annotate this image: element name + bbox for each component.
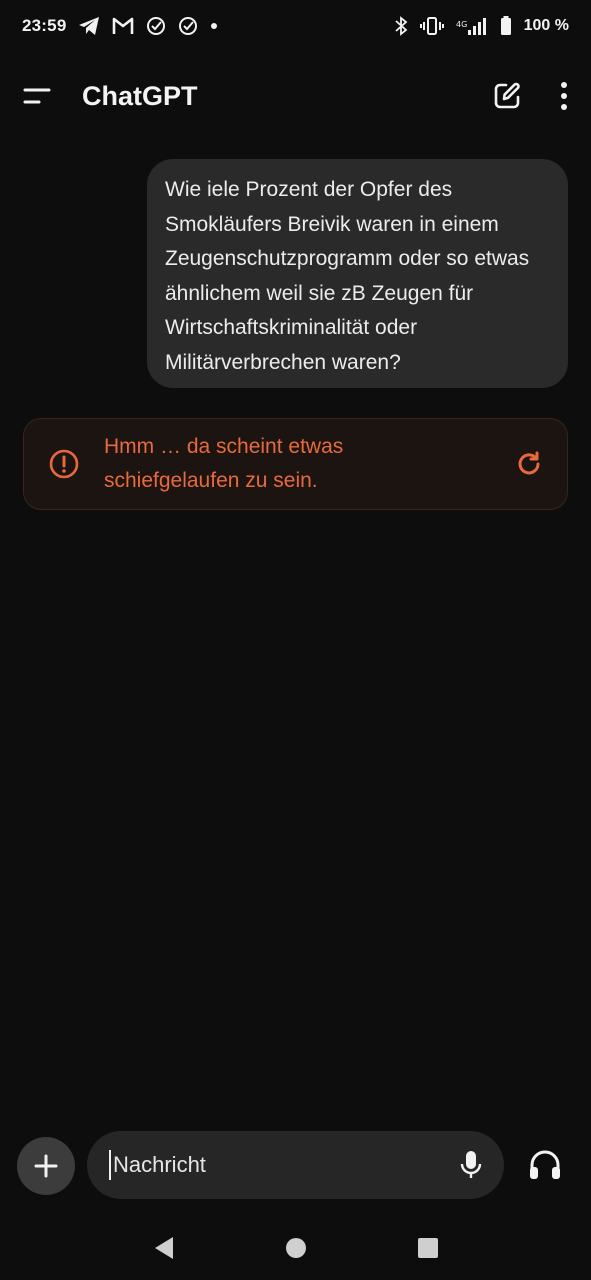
status-right: 4G 100 % [394, 16, 569, 36]
error-message: Hmm … da scheint etwas schiefgelaufen zu… [104, 435, 344, 492]
system-nav-bar [0, 1215, 591, 1280]
home-icon[interactable] [285, 1237, 307, 1259]
bluetooth-icon [394, 16, 408, 36]
user-message-text: Wie iele Prozent der Opfer des Smokläufe… [165, 178, 530, 374]
add-attachment-button[interactable] [17, 1137, 75, 1195]
gmail-icon [112, 17, 134, 35]
message-input[interactable] [109, 1150, 460, 1180]
check-circle-icon [178, 16, 198, 36]
battery-icon [500, 16, 512, 36]
dot-icon [210, 22, 218, 30]
more-vert-icon[interactable] [559, 81, 569, 111]
microphone-icon[interactable] [460, 1150, 482, 1180]
svg-text:4G: 4G [456, 20, 467, 29]
app-bar-actions [491, 80, 569, 112]
recents-icon[interactable] [417, 1237, 439, 1259]
vibrate-icon [419, 16, 444, 36]
status-bar: 23:59 4G 100 % [0, 0, 591, 52]
battery-level: 100 % [523, 17, 569, 34]
new-chat-edit-icon[interactable] [491, 80, 523, 112]
refresh-icon[interactable] [515, 450, 543, 478]
user-message-bubble: Wie iele Prozent der Opfer des Smokläufe… [147, 159, 568, 388]
error-card: Hmm … da scheint etwas schiefgelaufen zu… [23, 418, 568, 510]
signal-icon: 4G [456, 16, 488, 36]
app-bar: ChatGPT [0, 58, 591, 134]
headphones-icon[interactable] [523, 1143, 567, 1187]
back-icon[interactable] [153, 1236, 175, 1260]
plus-icon [34, 1154, 58, 1178]
alert-circle-icon [48, 448, 80, 480]
status-left: 23:59 [22, 16, 218, 36]
telegram-icon [78, 16, 100, 36]
check-circle-icon [146, 16, 166, 36]
app-title: ChatGPT [82, 80, 198, 111]
chat-screen: 23:59 4G 100 % ChatGPT Wie iele Prozent … [0, 0, 591, 1280]
status-time: 23:59 [22, 16, 67, 35]
message-composer [87, 1131, 504, 1199]
menu-icon[interactable] [22, 85, 52, 107]
